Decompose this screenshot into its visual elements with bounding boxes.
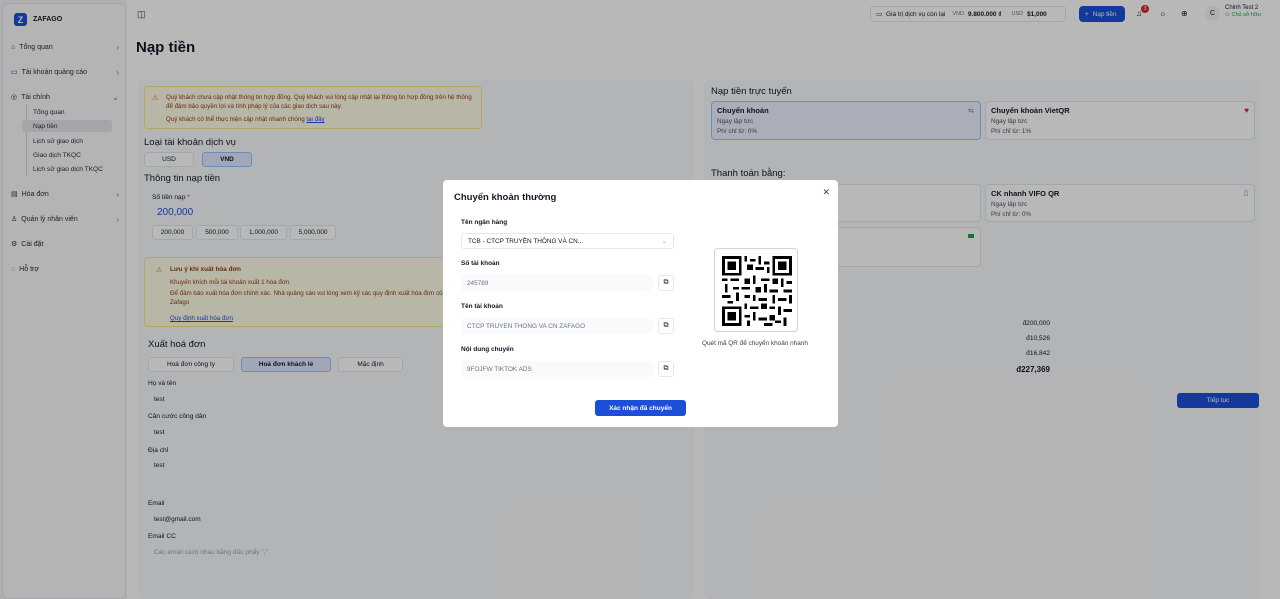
chevron-down-icon: ⌄ xyxy=(661,238,667,245)
account-number-label: Số tài khoản xyxy=(461,260,500,267)
qr-code-image xyxy=(722,256,792,326)
account-name-field: CTCP TRUYEN THONG VA CN ZAFAGO xyxy=(461,318,653,334)
bank-label: Tên ngân hàng xyxy=(461,219,508,226)
copy-icon: ⧉ xyxy=(663,322,669,329)
account-name-label: Tên tài khoản xyxy=(461,303,503,310)
copy-icon: ⧉ xyxy=(663,365,669,372)
bank-select[interactable]: TCB - CTCP TRUYỀN THÔNG VÀ CN... ⌄ xyxy=(461,233,674,249)
bank-transfer-modal: Chuyển khoản thường ✕ Tên ngân hàng TCB … xyxy=(443,180,838,427)
bank-select-value: TCB - CTCP TRUYỀN THÔNG VÀ CN... xyxy=(468,237,584,245)
transfer-content-field: 9FOJFW TIKTOK ADS xyxy=(461,361,653,377)
copy-account-name-button[interactable]: ⧉ xyxy=(658,318,674,334)
qr-caption: Quét mã QR để chuyển khoản nhanh xyxy=(702,340,808,347)
close-icon[interactable]: ✕ xyxy=(822,187,830,198)
copy-content-button[interactable]: ⧉ xyxy=(658,361,674,377)
copy-account-number-button[interactable]: ⧉ xyxy=(658,275,674,291)
confirm-transfer-button[interactable]: Xác nhận đã chuyển xyxy=(595,400,686,416)
transfer-content-label: Nội dung chuyển xyxy=(461,346,514,353)
copy-icon: ⧉ xyxy=(663,279,669,286)
account-number-field: 245789 xyxy=(461,275,653,291)
modal-title: Chuyển khoản thường xyxy=(454,192,557,203)
qr-code xyxy=(714,248,798,332)
